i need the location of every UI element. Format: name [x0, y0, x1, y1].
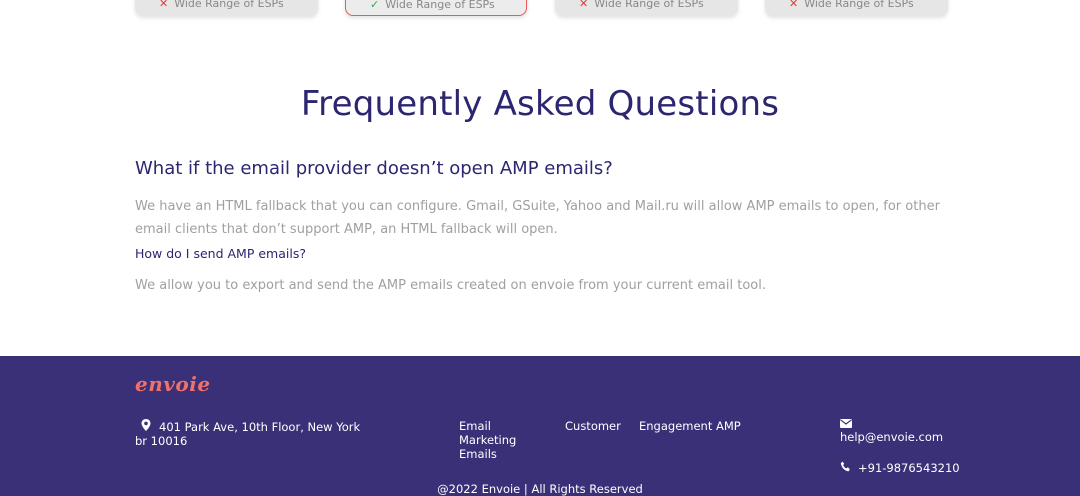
cross-icon: ✕: [159, 0, 169, 10]
plan-feature: ✕ Wide Range of ESPs: [579, 0, 704, 10]
plan-card: ✕ Wide Range of ESPs: [765, 0, 948, 16]
faq-question[interactable]: How do I send AMP emails?: [135, 246, 306, 261]
footer: envoie 401 Park Ave, 10th Floor, New Yor…: [0, 356, 1080, 496]
footer-link-customer[interactable]: Customer: [565, 419, 621, 433]
faq-answer: We allow you to export and send the AMP …: [135, 278, 766, 293]
phone-icon: [840, 461, 850, 472]
phone-row: +91-9876543210: [840, 461, 960, 475]
email-link[interactable]: help@envoie.com: [840, 430, 943, 444]
plan-card-highlighted: ✓ Wide Range of ESPs: [345, 0, 527, 16]
plan-card: ✕ Wide Range of ESPs: [135, 0, 318, 16]
check-icon: ✓: [370, 0, 380, 11]
faq-title: Frequently Asked Questions: [300, 84, 780, 124]
plan-feature: ✓ Wide Range of ESPs: [370, 0, 495, 11]
copyright-text: @2022 Envoie | All Rights Reserved: [437, 482, 643, 496]
location-pin-icon: [139, 419, 153, 434]
phone-link[interactable]: +91-9876543210: [858, 461, 960, 475]
faq-answer: We have an HTML fallback that you can co…: [135, 199, 940, 237]
footer-contact: help@envoie.com +91-9876543210: [840, 419, 960, 475]
plan-feature: ✕ Wide Range of ESPs: [159, 0, 284, 10]
faq-question[interactable]: What if the email provider doesn’t open …: [135, 158, 613, 179]
address-text: 401 Park Ave, 10th Floor, New York br 10…: [135, 420, 361, 448]
cross-icon: ✕: [579, 0, 589, 10]
footer-link-email-marketing[interactable]: Email Marketing Emails: [459, 419, 549, 461]
plan-feature: ✕ Wide Range of ESPs: [789, 0, 914, 10]
footer-link-engagement-amp[interactable]: Engagement AMP: [639, 419, 741, 433]
envelope-icon: [840, 419, 852, 428]
envoie-logo[interactable]: envoie: [135, 372, 211, 396]
cross-icon: ✕: [789, 0, 799, 10]
plan-card: ✕ Wide Range of ESPs: [555, 0, 738, 16]
footer-address: 401 Park Ave, 10th Floor, New York br 10…: [135, 419, 370, 448]
